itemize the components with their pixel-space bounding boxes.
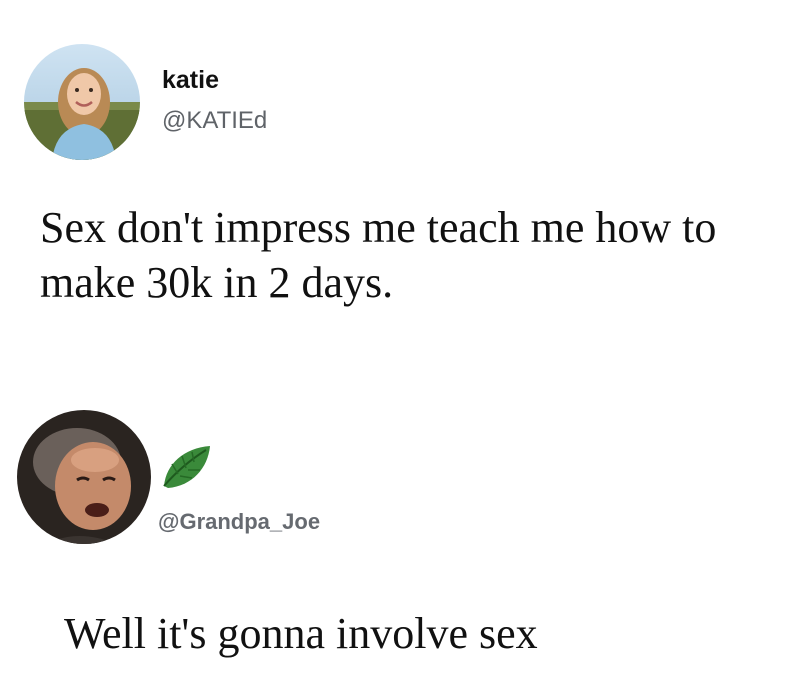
- avatar-katie-image: [24, 44, 140, 160]
- avatar-grandpa-joe[interactable]: [17, 410, 151, 544]
- leaf-icon: [163, 446, 210, 488]
- username-handle[interactable]: @Grandpa_Joe: [158, 509, 320, 535]
- tweet-text: Sex don't impress me teach me how to mak…: [40, 203, 717, 307]
- display-name[interactable]: katie: [162, 66, 219, 95]
- tweet-grandpa-joe[interactable]: @Grandpa_Joe Well it's gonna involve sex: [0, 380, 800, 683]
- avatar-katie[interactable]: [24, 44, 140, 160]
- tweet-katie[interactable]: katie @KATIEd Sex don't impress me teach…: [0, 0, 800, 380]
- avatar-grandpa-joe-image: [17, 410, 151, 544]
- tweet-text: Well it's gonna involve sex: [64, 609, 538, 658]
- username-handle[interactable]: @KATIEd: [162, 107, 267, 135]
